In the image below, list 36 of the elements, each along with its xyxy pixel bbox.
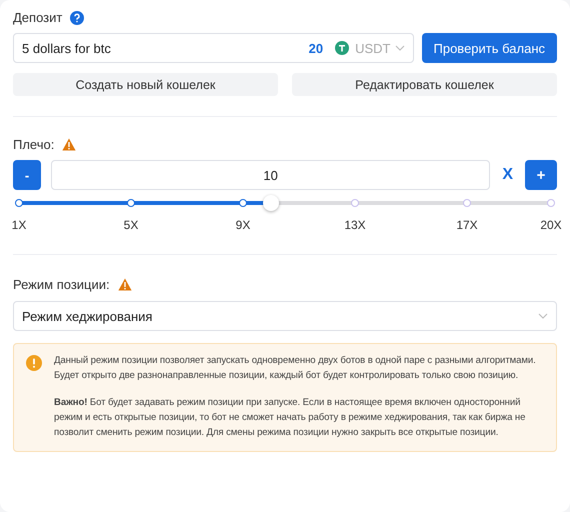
increase-button[interactable]: + <box>525 160 557 190</box>
chevron-down-icon <box>538 313 548 319</box>
slider-mark-label: 20X <box>540 218 562 232</box>
alert-icon <box>26 355 42 371</box>
position-mode-select[interactable]: Режим хеджирования <box>13 301 557 331</box>
slider-mark-label: 1X <box>12 218 26 232</box>
chevron-down-icon <box>394 45 404 51</box>
help-icon[interactable] <box>70 10 84 24</box>
currency-text: USDT <box>355 40 390 56</box>
coin-icon <box>335 41 350 55</box>
slider-mark-label: 17X <box>456 218 478 232</box>
notice-paragraph: Данный режим позиции позволяет запускать одновременно двух ботов в одной паре с разными алгоритмами. Будет открыто две разнонаправленные позиции, каждый бот будет контролировать только свою позицию. <box>54 354 537 383</box>
unit-text: X <box>502 166 513 184</box>
slider-step-dot[interactable] <box>15 199 23 207</box>
slider-step-dot[interactable] <box>127 199 135 207</box>
decrease-button[interactable]: - <box>13 160 41 190</box>
leverage-label: Плечо: <box>13 137 54 152</box>
slider-mark-label: 5X <box>124 218 138 232</box>
wallet-button[interactable]: Редактировать кошелек <box>292 73 557 96</box>
notice-paragraph: Важно! Бот будет задавать режим позиции при запуске. Если в настоящее время включен односторонний режим и есть открытые позиции, то бот не сможет начать работу в режиме хеджирования, так как биржа не позволит сменить режим позиции. Для смены режима позиции нужно закрыть все открытые позиции. <box>54 396 526 440</box>
check-balance-button[interactable]: Проверить баланс <box>422 33 557 63</box>
wallet-button[interactable]: Создать новый кошелек <box>13 73 278 96</box>
slider-thumb[interactable] <box>263 195 279 211</box>
deposit-label: Депозит <box>13 10 62 25</box>
leverage-input[interactable]: 10 <box>51 160 490 190</box>
slider-mark-label: 13X <box>344 218 366 232</box>
slider-step-dot[interactable] <box>351 199 359 207</box>
position-mode-label: Режим позиции: <box>13 277 110 292</box>
warning-icon <box>62 138 76 151</box>
slider-mark-label: 9X <box>236 218 250 232</box>
amount-text: 20 <box>308 40 324 56</box>
slider-step-dot[interactable] <box>547 199 555 207</box>
slider-step-dot[interactable] <box>239 199 247 207</box>
warning-icon <box>118 278 132 291</box>
wallet-select[interactable]: 5 dollars for btc 20 USDT <box>13 33 414 63</box>
slider-step-dot[interactable] <box>463 199 471 207</box>
